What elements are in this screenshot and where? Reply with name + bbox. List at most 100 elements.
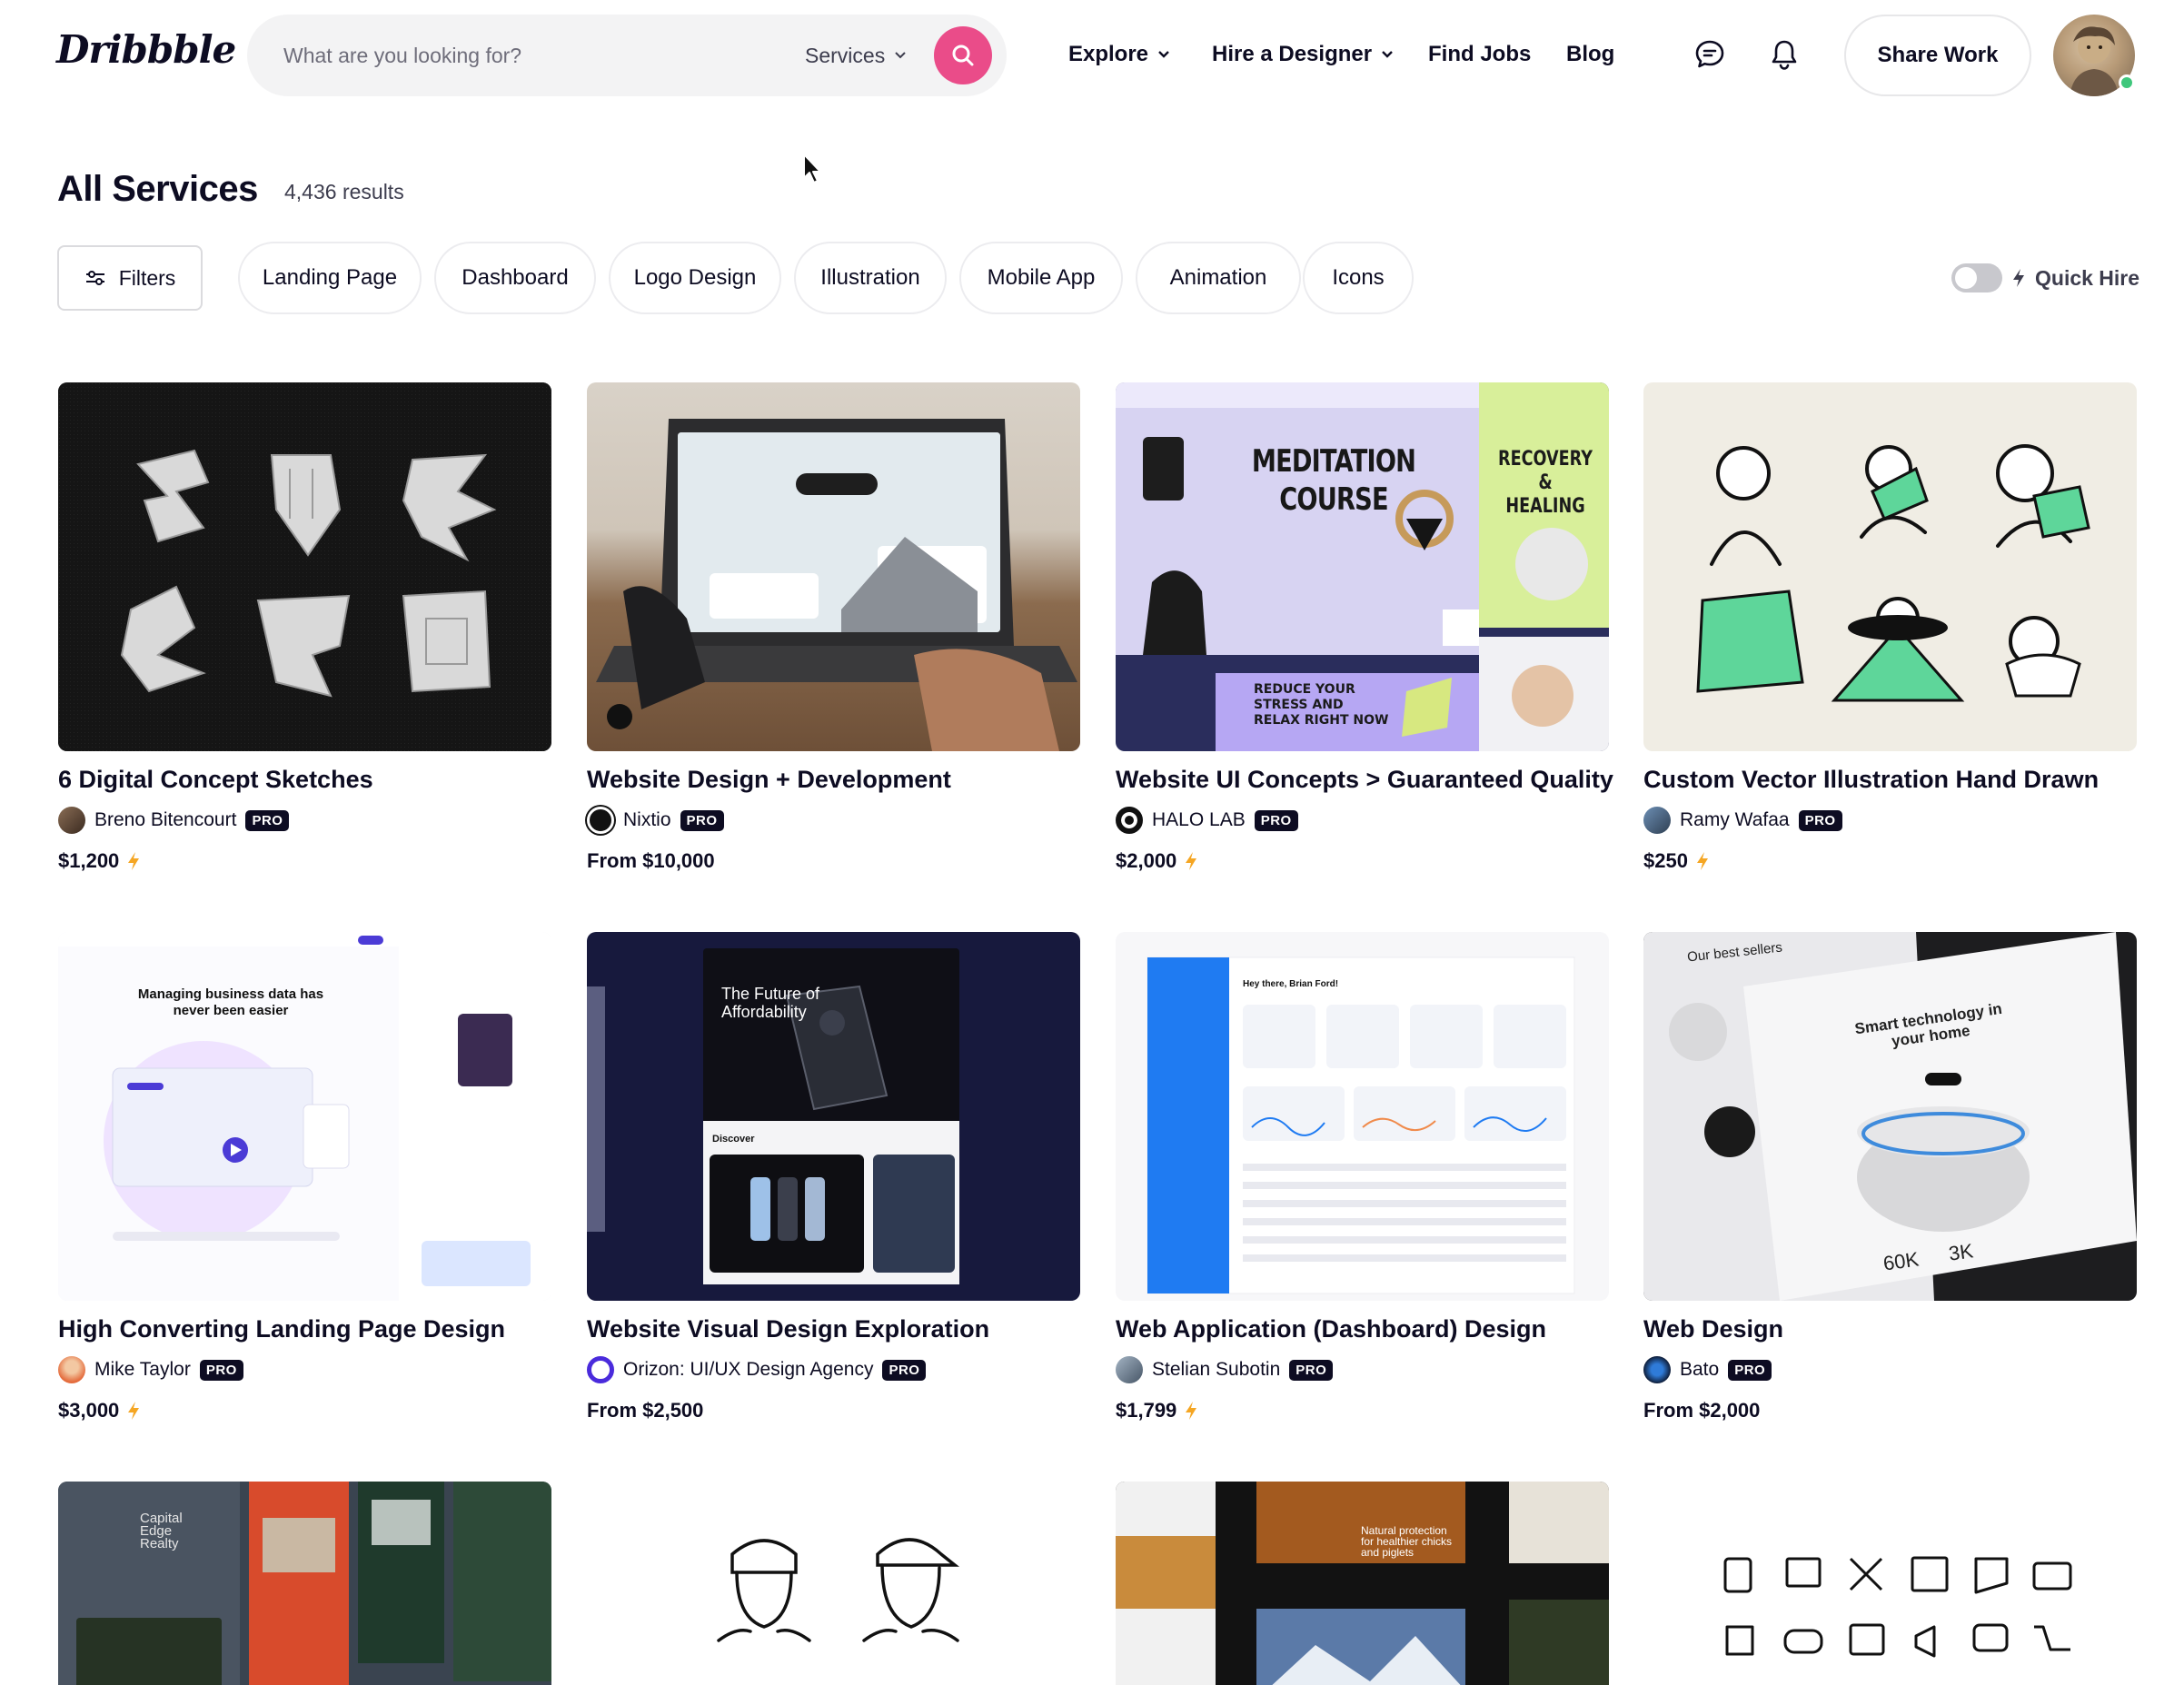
author-avatar xyxy=(58,1356,85,1383)
nav-blog-label: Blog xyxy=(1566,42,1615,66)
author-avatar xyxy=(587,1356,614,1383)
author-name: HALO LAB xyxy=(1152,809,1246,830)
price-label: $1,799 xyxy=(1116,1399,1177,1422)
search-scope-label: Services xyxy=(805,43,886,67)
chip-mobile-app[interactable]: Mobile App xyxy=(959,242,1123,314)
card-title[interactable]: Website Design + Development xyxy=(587,766,951,794)
lightning-icon xyxy=(128,852,140,870)
card-title[interactable]: High Converting Landing Page Design xyxy=(58,1315,505,1343)
card-price: From $2,000 xyxy=(1643,1397,1760,1424)
card-author[interactable]: HALO LAB PRO xyxy=(1116,806,1298,835)
messages-button[interactable] xyxy=(1692,36,1728,73)
nav-explore[interactable]: Explore xyxy=(1068,38,1170,71)
chip-illustration[interactable]: Illustration xyxy=(794,242,947,314)
chip-animation[interactable]: Animation xyxy=(1136,242,1301,314)
search-input[interactable] xyxy=(283,38,738,73)
card-price: $1,799 xyxy=(1116,1397,1198,1424)
author-name: Nixtio xyxy=(623,809,671,830)
price-label: $250 xyxy=(1643,849,1688,872)
pro-badge: PRO xyxy=(245,809,290,831)
card-thumbnail[interactable] xyxy=(1116,1482,1609,1685)
author-avatar xyxy=(1643,1356,1671,1383)
author-name: Mike Taylor xyxy=(94,1359,191,1380)
author-avatar xyxy=(1116,1356,1143,1383)
nav-explore-label: Explore xyxy=(1068,42,1149,66)
card-title[interactable]: Website UI Concepts > Guaranteed Quality xyxy=(1116,766,1613,794)
chip-logo-design[interactable]: Logo Design xyxy=(609,242,781,314)
toggle-switch[interactable] xyxy=(1951,263,2002,292)
lightning-icon xyxy=(1186,852,1197,870)
dribbble-logo[interactable]: Dribbble xyxy=(56,27,236,72)
author-name: Bato xyxy=(1680,1359,1720,1380)
filters-button[interactable]: Filters xyxy=(57,245,203,311)
search-scope-dropdown[interactable]: Services xyxy=(805,40,907,71)
thumb-phone-headline: The Future of Affordability xyxy=(721,985,820,1021)
search-bar: Services xyxy=(247,15,1007,96)
thumb-stat-3k: 3K xyxy=(1947,1239,1975,1265)
quick-hire-label: Quick Hire xyxy=(2035,265,2140,290)
chip-landing-page[interactable]: Landing Page xyxy=(238,242,422,314)
card-thumbnail[interactable] xyxy=(587,382,1080,751)
author-name: Ramy Wafaa xyxy=(1680,809,1790,830)
card-price: From $10,000 xyxy=(587,847,715,875)
card-author[interactable]: Nixtio PRO xyxy=(587,806,724,835)
pro-badge: PRO xyxy=(199,1359,243,1381)
thumb-realty: Capital Edge Realty xyxy=(140,1511,183,1551)
online-status-dot xyxy=(2119,74,2135,91)
card-thumbnail[interactable] xyxy=(1643,1482,2137,1685)
result-count: 4,436 results xyxy=(284,180,404,203)
author-avatar xyxy=(1116,807,1143,834)
card-author[interactable]: Mike Taylor PRO xyxy=(58,1355,243,1384)
pro-badge: PRO xyxy=(1289,1359,1334,1381)
chip-icons[interactable]: Icons xyxy=(1303,242,1414,314)
card-author[interactable]: Ramy Wafaa PRO xyxy=(1643,806,1842,835)
price-label: From $2,500 xyxy=(587,1399,704,1422)
search-button[interactable] xyxy=(934,26,992,84)
nav-find-jobs[interactable]: Find Jobs xyxy=(1428,38,1531,71)
card-title[interactable]: Web Design xyxy=(1643,1315,1783,1343)
card-thumbnail[interactable] xyxy=(58,1482,551,1685)
price-label: From $10,000 xyxy=(587,849,715,872)
card-thumbnail[interactable] xyxy=(1643,932,2137,1301)
card-title[interactable]: Web Application (Dashboard) Design xyxy=(1116,1315,1546,1343)
author-avatar xyxy=(1643,807,1671,834)
card-price: From $2,500 xyxy=(587,1397,703,1424)
card-thumbnail[interactable] xyxy=(587,1482,1080,1685)
card-title[interactable]: Custom Vector Illustration Hand Drawn xyxy=(1643,766,2099,794)
mouse-cursor-icon xyxy=(803,154,821,183)
bell-icon xyxy=(1772,40,1797,70)
card-author[interactable]: Bato PRO xyxy=(1643,1355,1772,1384)
card-thumbnail[interactable] xyxy=(58,382,551,751)
card-author[interactable]: Stelian Subotin PRO xyxy=(1116,1355,1334,1384)
card-thumbnail[interactable] xyxy=(1643,382,2137,751)
thumb-recovery: RECOVERY & HEALING xyxy=(1498,448,1593,518)
nav-blog[interactable]: Blog xyxy=(1566,38,1614,71)
thumb-dash-greeting: Hey there, Brian Ford! xyxy=(1243,979,1339,989)
chip-dashboard[interactable]: Dashboard xyxy=(434,242,596,314)
quick-hire-toggle[interactable]: Quick Hire xyxy=(1951,260,2139,296)
author-avatar xyxy=(587,807,614,834)
lightning-icon xyxy=(128,1402,140,1420)
top-nav-bar: Dribbble Services Explore Hire a Designe… xyxy=(0,0,2184,113)
chevron-down-icon xyxy=(895,52,906,59)
share-work-button[interactable]: Share Work xyxy=(1844,15,2031,96)
thumb-natural: Natural protection for healthier chicks … xyxy=(1361,1524,1453,1559)
card-author[interactable]: Orizon: UI/UX Design Agency PRO xyxy=(587,1355,927,1384)
nav-hire-designer[interactable]: Hire a Designer xyxy=(1212,38,1394,71)
notifications-button[interactable] xyxy=(1766,36,1802,73)
page-title: All Services xyxy=(57,169,258,209)
author-avatar xyxy=(58,807,85,834)
author-name: Orizon: UI/UX Design Agency xyxy=(623,1359,874,1380)
nav-hire-designer-label: Hire a Designer xyxy=(1212,42,1373,66)
card-title[interactable]: 6 Digital Concept Sketches xyxy=(58,766,373,794)
card-title[interactable]: Website Visual Design Exploration xyxy=(587,1315,989,1343)
card-price: $2,000 xyxy=(1116,847,1198,875)
chevron-down-icon xyxy=(1158,51,1169,58)
price-label: $3,000 xyxy=(58,1399,120,1422)
pro-badge: PRO xyxy=(1728,1359,1772,1381)
card-author[interactable]: Breno Bitencourt PRO xyxy=(58,806,290,835)
thumb-landing-headline: Managing business data has never been ea… xyxy=(137,986,324,1018)
price-label: $1,200 xyxy=(58,849,120,872)
card-thumbnail[interactable] xyxy=(1116,932,1609,1301)
price-label: $2,000 xyxy=(1116,849,1177,872)
